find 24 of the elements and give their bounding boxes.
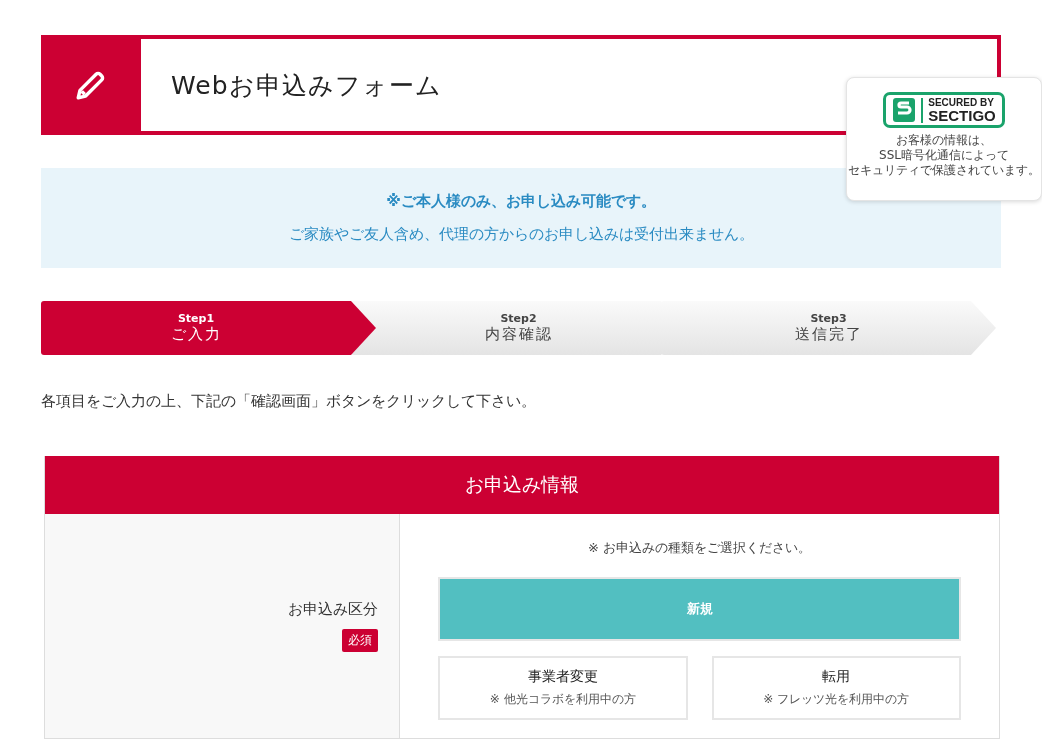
form-title: お申込み情報 bbox=[45, 456, 999, 514]
badge-caption: セキュリティで保護されています。 bbox=[848, 163, 1040, 178]
badge-caption: SSL暗号化通信によって bbox=[878, 148, 1010, 163]
step-label: Step3 bbox=[810, 312, 847, 325]
logo-brand: SECTIGO bbox=[928, 107, 996, 123]
option-button[interactable]: 転用 ※ フレッツ光を利用中の方 bbox=[711, 656, 961, 720]
step-name: ご入力 bbox=[170, 325, 222, 344]
option-button[interactable]: 事業者変更 ※ 他光コラボを利用中の方 bbox=[438, 656, 688, 720]
option-note: ※ 他光コラボを利用中の方 bbox=[489, 691, 636, 708]
step-name: 内容確認 bbox=[484, 325, 553, 344]
option-note: ※ フレッツ光を利用中の方 bbox=[763, 691, 910, 708]
field-label: お申込み区分 bbox=[288, 600, 378, 619]
shield-s-icon bbox=[892, 97, 917, 123]
notice-text: ご家族やご友人含め、代理の方からのお申し込みは受付出来ません。 bbox=[288, 225, 754, 244]
step-label: Step2 bbox=[500, 312, 537, 325]
required-badge: 必須 bbox=[342, 629, 378, 652]
step-name: 送信完了 bbox=[794, 325, 863, 344]
logo-tagline: SECURED BY bbox=[928, 97, 995, 108]
badge-caption: お客様の情報は、 bbox=[895, 133, 993, 148]
hint-text: ※ お申込みの種類をご選択ください。 bbox=[588, 539, 811, 557]
instruction-text: 各項目をご入力の上、下記の「確認画面」ボタンをクリックして下さい。 bbox=[41, 392, 537, 411]
page-title: Webお申込みフォーム bbox=[171, 69, 442, 102]
step-label: Step1 bbox=[177, 312, 215, 325]
notice-heading: ※ご本人様のみ、お申し込み可能です。 bbox=[386, 192, 656, 211]
